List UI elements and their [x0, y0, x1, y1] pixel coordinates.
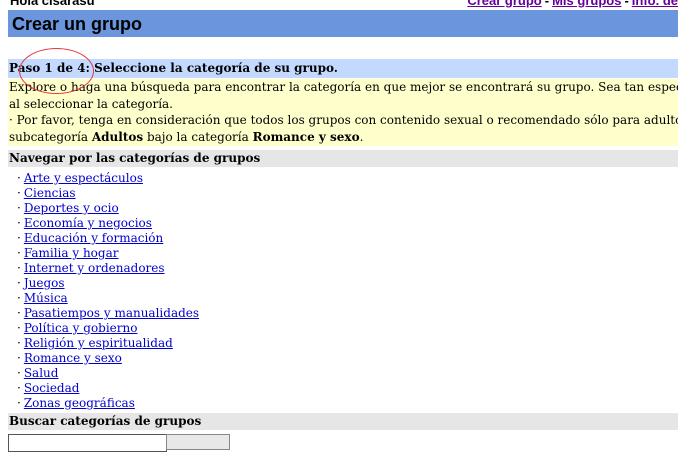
instructions-line: al seleccionar la categoría.: [9, 96, 173, 111]
create-group-link[interactable]: Crear grupo: [467, 0, 541, 8]
category-link[interactable]: Internet y ordenadores: [24, 261, 165, 275]
adult-subcategory-name: Adultos: [91, 129, 144, 144]
category-link[interactable]: Política y gobierno: [24, 321, 138, 335]
instructions-line: · Por favor, tenga en consideración que …: [9, 113, 678, 127]
instructions-line: Explore o haga una búsqueda para encontr…: [9, 80, 678, 94]
list-item: · Educación y formación: [17, 231, 164, 245]
step-header: Paso 1 de 4: Seleccione la categoría de …: [8, 59, 678, 78]
romance-category-name: Romance y sexo: [252, 129, 360, 144]
list-item: · Salud: [17, 366, 59, 380]
list-item: · Música: [17, 291, 68, 305]
category-link[interactable]: Economía y negocios: [24, 216, 152, 230]
category-link[interactable]: Educación y formación: [24, 231, 163, 245]
list-item: · Arte y espectáculos: [17, 171, 143, 185]
top-bar: Hola cisarasu Crear grupo - Mis grupos - Inf…: [8, 0, 678, 8]
category-link[interactable]: Zonas geográficas: [24, 396, 135, 410]
category-link[interactable]: Pasatiempos y manualidades: [24, 306, 199, 320]
my-groups-link[interactable]: Mis grupos: [552, 0, 621, 8]
search-button[interactable]: [166, 434, 230, 450]
separator: -: [624, 0, 629, 8]
list-item: · Zonas geográficas: [17, 396, 135, 410]
instructions-box: Explore o haga una búsqueda para encontr…: [8, 79, 678, 146]
list-item: · Economía y negocios: [17, 216, 152, 230]
list-item: · Romance y sexo: [17, 351, 122, 365]
category-link[interactable]: Romance y sexo: [24, 351, 122, 365]
category-link[interactable]: Salud: [24, 366, 59, 380]
list-item: · Política y gobierno: [17, 321, 138, 335]
list-item: · Juegos: [17, 276, 65, 290]
category-list: · Arte y espectáculos · Ciencias · Deportes…: [17, 171, 199, 411]
greeting: Hola cisarasu: [10, 0, 95, 8]
info-link[interactable]: Info. de: [632, 0, 678, 8]
category-link[interactable]: Ciencias: [24, 186, 76, 200]
list-item: · Ciencias: [17, 186, 76, 200]
category-link[interactable]: Música: [24, 291, 68, 305]
category-link[interactable]: Arte y espectáculos: [24, 171, 143, 185]
list-item: · Religión y espiritualidad: [17, 336, 173, 350]
instructions-line: subcategoría Adultos bajo la categoría R…: [9, 129, 364, 144]
category-link[interactable]: Familia y hogar: [24, 246, 119, 260]
category-link[interactable]: Deportes y ocio: [24, 201, 119, 215]
list-item: · Deportes y ocio: [17, 201, 119, 215]
top-links: Crear grupo - Mis grupos - Info. de: [467, 0, 678, 8]
red-circle-annotation: [19, 48, 94, 94]
search-categories-heading: Buscar categorías de grupos: [8, 413, 678, 430]
category-link[interactable]: Sociedad: [24, 381, 80, 395]
list-item: · Internet y ordenadores: [17, 261, 165, 275]
title-bar: Crear un grupo: [8, 10, 678, 37]
category-link[interactable]: Juegos: [24, 276, 65, 290]
category-link[interactable]: Religión y espiritualidad: [24, 336, 173, 350]
separator: -: [544, 0, 550, 8]
browse-categories-heading: Navegar por las categorías de grupos: [8, 150, 678, 167]
page-title: Crear un grupo: [12, 14, 143, 34]
list-item: · Sociedad: [17, 381, 80, 395]
list-item: · Pasatiempos y manualidades: [17, 306, 200, 320]
search-input[interactable]: [8, 434, 167, 452]
list-item: · Familia y hogar: [17, 246, 119, 260]
